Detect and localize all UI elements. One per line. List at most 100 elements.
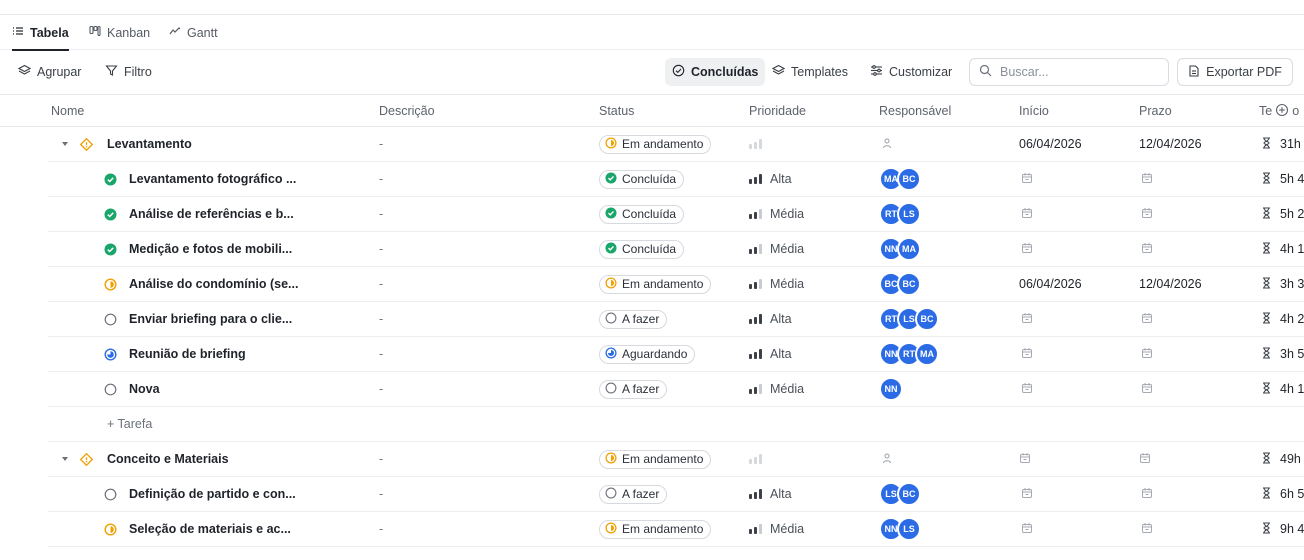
priority-cell[interactable]: Média: [749, 232, 804, 266]
avatar[interactable]: BC: [897, 167, 921, 191]
time-cell[interactable]: 9h 4: [1262, 512, 1304, 546]
done-icon[interactable]: [104, 232, 117, 266]
priority-cell[interactable]: [749, 127, 762, 161]
due-date-cell[interactable]: [1141, 372, 1153, 406]
due-date-cell[interactable]: 12/04/2026: [1139, 127, 1202, 161]
chevron-down-icon[interactable]: [61, 127, 69, 161]
time-cell[interactable]: 5h 2: [1262, 197, 1304, 231]
group-row[interactable]: Levantamento - Em andamento 06/04/2026 12/04…: [48, 127, 1304, 162]
avatar[interactable]: NN: [879, 377, 903, 401]
status-cell[interactable]: A fazer: [599, 302, 668, 336]
table-row[interactable]: Seleção de materiais e ac... - Em andament…: [48, 512, 1304, 547]
due-date-cell[interactable]: [1141, 302, 1153, 336]
start-date-cell[interactable]: [1021, 232, 1033, 266]
in-progress-icon[interactable]: [104, 512, 117, 546]
done-icon[interactable]: [104, 162, 117, 196]
status-badge[interactable]: A fazer: [599, 484, 668, 504]
due-date-cell[interactable]: [1141, 477, 1153, 511]
task-name[interactable]: Nova: [129, 372, 160, 406]
column-header-priority[interactable]: Prioridade: [749, 95, 806, 127]
description-cell[interactable]: -: [379, 127, 383, 161]
status-badge[interactable]: Em andamento: [599, 134, 712, 154]
table-row[interactable]: Análise do condomínio (se... - Em andament…: [48, 267, 1304, 302]
status-cell[interactable]: Em andamento: [599, 267, 712, 301]
start-date-cell[interactable]: [1019, 442, 1031, 476]
status-cell[interactable]: Em andamento: [599, 127, 712, 161]
status-cell[interactable]: Concluída: [599, 162, 685, 196]
status-badge[interactable]: Concluída: [599, 169, 685, 189]
status-cell[interactable]: Concluída: [599, 232, 685, 266]
filter-button[interactable]: Filtro: [105, 58, 152, 86]
time-cell[interactable]: 4h 1: [1262, 372, 1304, 406]
priority-cell[interactable]: [749, 442, 762, 476]
due-date-cell[interactable]: [1141, 337, 1153, 371]
assignee-cell[interactable]: NN MA: [879, 232, 921, 266]
avatar[interactable]: BC: [915, 307, 939, 331]
task-name[interactable]: Levantamento fotográfico ...: [129, 162, 296, 196]
avatar[interactable]: MA: [897, 237, 921, 261]
status-cell[interactable]: A fazer: [599, 372, 668, 406]
assignee-cell[interactable]: LS BC: [879, 477, 921, 511]
description-cell[interactable]: -: [379, 232, 383, 266]
tab-tabela[interactable]: Tabela: [12, 15, 69, 51]
status-cell[interactable]: A fazer: [599, 477, 668, 511]
start-date-cell[interactable]: [1021, 197, 1033, 231]
table-row[interactable]: Definição de partido e con... - A fazer Alt…: [48, 477, 1304, 512]
table-row[interactable]: Enviar briefing para o clie... - A fazer Al…: [48, 302, 1304, 337]
column-header-assignee[interactable]: Responsável: [879, 95, 951, 127]
assignee-cell[interactable]: [881, 442, 893, 476]
task-name[interactable]: Análise de referências e b...: [129, 197, 294, 231]
todo-icon[interactable]: [104, 372, 117, 406]
add-task-row[interactable]: + Tarefa: [48, 407, 1304, 442]
priority-cell[interactable]: Alta: [749, 162, 792, 196]
description-cell[interactable]: -: [379, 337, 383, 371]
task-name[interactable]: Enviar briefing para o clie...: [129, 302, 292, 336]
waiting-icon[interactable]: [104, 337, 117, 371]
priority-cell[interactable]: Média: [749, 512, 804, 546]
status-badge[interactable]: A fazer: [599, 309, 668, 329]
time-cell[interactable]: 31h: [1262, 127, 1301, 161]
group-button[interactable]: Agrupar: [17, 58, 81, 86]
task-name[interactable]: Reunião de briefing: [129, 337, 246, 371]
avatar[interactable]: LS: [897, 202, 921, 226]
start-date-cell[interactable]: [1021, 337, 1033, 371]
avatar[interactable]: BC: [897, 482, 921, 506]
assignee-cell[interactable]: NN LS: [879, 512, 921, 546]
task-name[interactable]: Definição de partido e con...: [129, 477, 296, 511]
assignee-cell[interactable]: MA BC: [879, 162, 921, 196]
status-cell[interactable]: Concluída: [599, 197, 685, 231]
task-name[interactable]: Análise do condomínio (se...: [129, 267, 298, 301]
description-cell[interactable]: -: [379, 302, 383, 336]
column-header-name[interactable]: Nome: [51, 95, 84, 127]
time-cell[interactable]: 5h 4: [1262, 162, 1304, 196]
status-badge[interactable]: Concluída: [599, 239, 685, 259]
status-badge[interactable]: Em andamento: [599, 519, 712, 539]
completed-toggle[interactable]: Concluídas: [665, 58, 766, 86]
table-row[interactable]: Reunião de briefing - Aguardando Alta NN RT MA…: [48, 337, 1304, 372]
due-date-cell[interactable]: 12/04/2026: [1139, 267, 1202, 301]
time-cell[interactable]: 3h 3: [1262, 267, 1304, 301]
in-progress-icon[interactable]: [104, 267, 117, 301]
start-date-cell[interactable]: [1021, 477, 1033, 511]
assignee-cell[interactable]: [881, 127, 893, 161]
task-name[interactable]: Seleção de materiais e ac...: [129, 512, 291, 546]
time-cell[interactable]: 4h 1: [1262, 232, 1304, 266]
start-date-cell[interactable]: 06/04/2026: [1019, 127, 1082, 161]
status-badge[interactable]: Em andamento: [599, 449, 712, 469]
column-header-time[interactable]: Te o: [1259, 95, 1299, 127]
priority-cell[interactable]: Alta: [749, 477, 792, 511]
due-date-cell[interactable]: [1139, 442, 1151, 476]
time-cell[interactable]: 6h 5: [1262, 477, 1304, 511]
description-cell[interactable]: -: [379, 267, 383, 301]
status-badge[interactable]: Aguardando: [599, 344, 696, 364]
priority-cell[interactable]: Média: [749, 267, 804, 301]
description-cell[interactable]: -: [379, 477, 383, 511]
customize-button[interactable]: Customizar: [870, 58, 952, 86]
start-date-cell[interactable]: [1021, 302, 1033, 336]
status-badge[interactable]: A fazer: [599, 379, 668, 399]
status-badge[interactable]: Em andamento: [599, 274, 712, 294]
description-cell[interactable]: -: [379, 162, 383, 196]
start-date-cell[interactable]: [1021, 372, 1033, 406]
add-column-icon[interactable]: [1275, 103, 1289, 120]
search-input[interactable]: [1000, 65, 1150, 79]
